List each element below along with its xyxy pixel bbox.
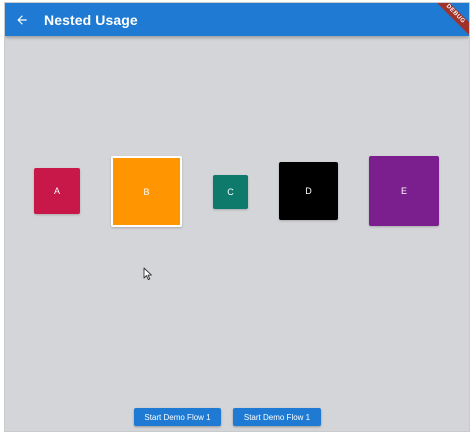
arrow-back-icon (17, 14, 27, 25)
box-c-label: C (227, 187, 234, 197)
back-button[interactable] (11, 9, 33, 31)
box-e-label: E (400, 186, 407, 196)
box-e[interactable]: E (369, 156, 439, 226)
box-b[interactable]: B (111, 156, 182, 227)
mouse-cursor-icon (143, 267, 152, 281)
box-d-label: D (305, 186, 312, 196)
box-d[interactable]: D (279, 162, 338, 220)
box-b-label: B (143, 186, 150, 197)
box-c[interactable]: C (213, 175, 248, 209)
start-demo-flow-2-button[interactable]: Start Demo Flow 1 (233, 408, 321, 426)
app-bar: Nested Usage (5, 3, 469, 36)
app-screen: Nested Usage DEBUG A B C D E Start Demo … (4, 2, 470, 432)
start-demo-flow-1-button[interactable]: Start Demo Flow 1 (134, 408, 221, 426)
debug-banner: DEBUG (427, 3, 469, 45)
box-a-label: A (53, 186, 60, 196)
debug-banner-label: DEBUG (429, 3, 469, 40)
box-a[interactable]: A (34, 168, 80, 214)
page-title: Nested Usage (44, 11, 138, 28)
